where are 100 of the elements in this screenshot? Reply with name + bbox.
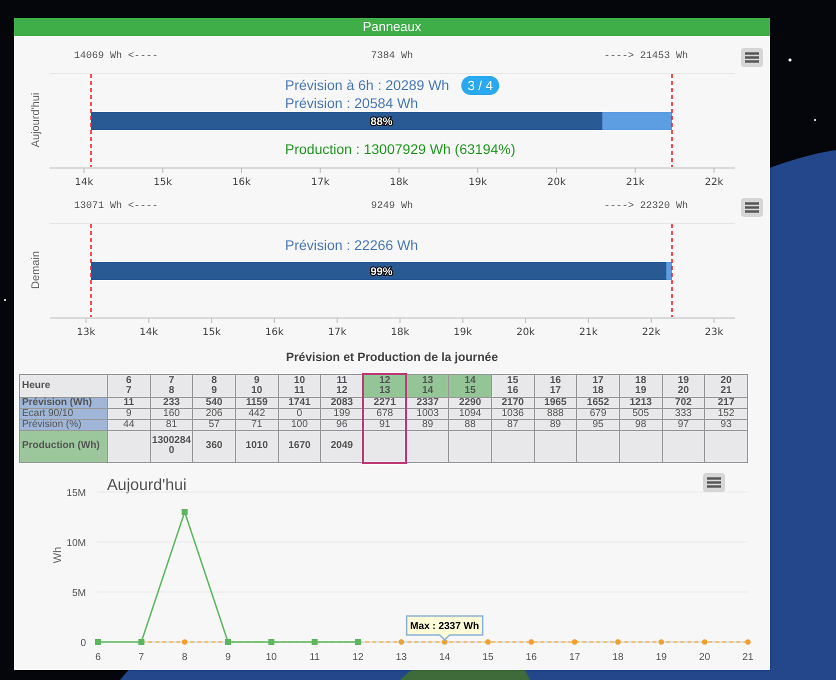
data-point — [354, 638, 361, 644]
range-high-label: ----> 22320 Wh — [604, 201, 688, 212]
axis-label: 12 — [352, 652, 364, 662]
axis-label: 10M — [66, 538, 86, 548]
axis-label: 19k — [468, 177, 487, 188]
data-point — [528, 638, 534, 644]
column-header[interactable]: 9 10 — [235, 374, 278, 397]
column-header[interactable]: 13 14 — [406, 374, 449, 397]
axis-label: 21k — [579, 327, 598, 338]
axis-label: 5M — [72, 588, 86, 598]
chart-title: Aujourd'hui — [107, 476, 187, 494]
row-header: Heure — [20, 374, 108, 397]
axis-label: 14k — [74, 177, 94, 188]
data-point — [182, 638, 188, 644]
bar-label: 88% — [370, 116, 393, 128]
column-header[interactable]: 15 16 — [491, 374, 534, 397]
count-badge: 3 / 4 — [461, 76, 500, 95]
data-point — [615, 638, 621, 644]
table-cell: 2049 — [320, 430, 364, 462]
row-header: Production (Wh) — [20, 430, 108, 462]
axis-label: 18k — [390, 177, 408, 188]
axis-label: 23k — [704, 327, 724, 338]
table-cell: 13002840 — [150, 430, 193, 462]
axis-label: 13 — [396, 652, 407, 662]
column-header[interactable]: 11 12 — [320, 374, 364, 397]
data-point — [702, 638, 708, 644]
bar-label: 99% — [370, 266, 393, 278]
axis-label: 19 — [656, 652, 667, 662]
axis-label: 13k — [76, 327, 96, 338]
axis-label: 14k — [140, 327, 158, 338]
panel-title: Panneaux — [14, 18, 770, 36]
forecast-text: Prévision : 20584 Wh — [285, 95, 418, 111]
axis-label: 18 — [612, 652, 624, 662]
axis-label: 7 — [138, 652, 144, 662]
axis-label: 6 — [95, 652, 101, 662]
axis-label: 20 — [699, 652, 710, 662]
range-span-label: 7384 Wh — [371, 51, 413, 62]
production-text: Production : 13007929 Wh (63194%) — [285, 141, 516, 157]
axis-label: 15M — [66, 488, 86, 498]
tooltip: Max : 2337 Wh — [406, 614, 484, 641]
table-title: Prévision et Production de la journée — [284, 350, 500, 364]
column-header[interactable]: 16 17 — [534, 374, 577, 397]
axis-title: Aujourd'hui — [30, 92, 42, 148]
forecast-text: Prévision à 6h : 20289 Wh — [285, 77, 450, 93]
table-cell: 1670 — [278, 430, 321, 462]
table-cell: 91 — [363, 419, 406, 430]
column-header[interactable]: 14 15 — [448, 374, 492, 397]
column-header[interactable]: 18 19 — [619, 374, 662, 397]
menu-button[interactable] — [741, 198, 763, 217]
axis-label: 20k — [547, 177, 566, 188]
axis-label: 0 — [80, 638, 86, 648]
axis-title: Wh — [52, 546, 64, 563]
range-span-label: 9249 Wh — [371, 201, 413, 212]
data-point — [312, 638, 318, 644]
axis-label: 22k — [642, 327, 660, 338]
menu-button[interactable] — [703, 472, 725, 492]
column-header[interactable]: 6 7 — [108, 374, 150, 397]
axis-label: 16k — [265, 327, 284, 338]
menu-button[interactable] — [741, 48, 763, 67]
column-header[interactable]: 19 20 — [662, 374, 705, 397]
menu-icon — [745, 52, 759, 63]
range-low-label: 13071 Wh <---- — [74, 201, 158, 212]
axis-label: 18k — [390, 327, 410, 338]
data-point — [658, 638, 664, 644]
axis-label: 22k — [704, 177, 724, 188]
table-cell: 678 — [363, 408, 406, 419]
menu-icon — [707, 476, 721, 488]
column-header[interactable]: 12 13 — [363, 374, 406, 397]
column-header[interactable]: 10 11 — [278, 374, 321, 397]
axis-label: 16k — [232, 177, 251, 188]
axis-label: 19k — [454, 327, 472, 338]
axis-label: 21k — [626, 177, 644, 188]
data-point — [572, 638, 578, 644]
forecast-text: Prévision : 22266 Wh — [285, 237, 418, 253]
axis-label: 17k — [328, 327, 346, 338]
axis-label: 15k — [202, 327, 221, 338]
column-header[interactable]: 7 8 — [150, 374, 193, 397]
table-cell: 2271 — [363, 397, 406, 408]
data-point — [745, 638, 751, 644]
data-point — [182, 508, 188, 514]
axis-label: 11 — [309, 652, 320, 662]
data-point — [95, 638, 101, 644]
axis-label: 15k — [154, 177, 172, 188]
annotation: Max : 2337 Wh — [410, 620, 480, 632]
axis-label: 16 — [526, 652, 537, 662]
axis-title: Demain — [30, 251, 42, 289]
column-header[interactable]: 20 21 — [704, 374, 748, 397]
axis-label: 9 — [225, 652, 231, 662]
data-point — [398, 638, 404, 644]
row-header: Prévision (Wh) — [20, 397, 108, 408]
axis-label: 17k — [311, 177, 330, 188]
axis-label: 10 — [266, 652, 277, 662]
table-cell: 360 — [192, 430, 236, 462]
column-header[interactable]: 8 9 — [192, 374, 236, 397]
row-header: Prévision (%) — [20, 419, 108, 430]
table-cell: 1010 — [235, 430, 278, 462]
axis-label: 15 — [482, 652, 494, 662]
axis-label: 21 — [742, 652, 754, 662]
data-point — [268, 638, 274, 644]
column-header[interactable]: 17 18 — [576, 374, 620, 397]
